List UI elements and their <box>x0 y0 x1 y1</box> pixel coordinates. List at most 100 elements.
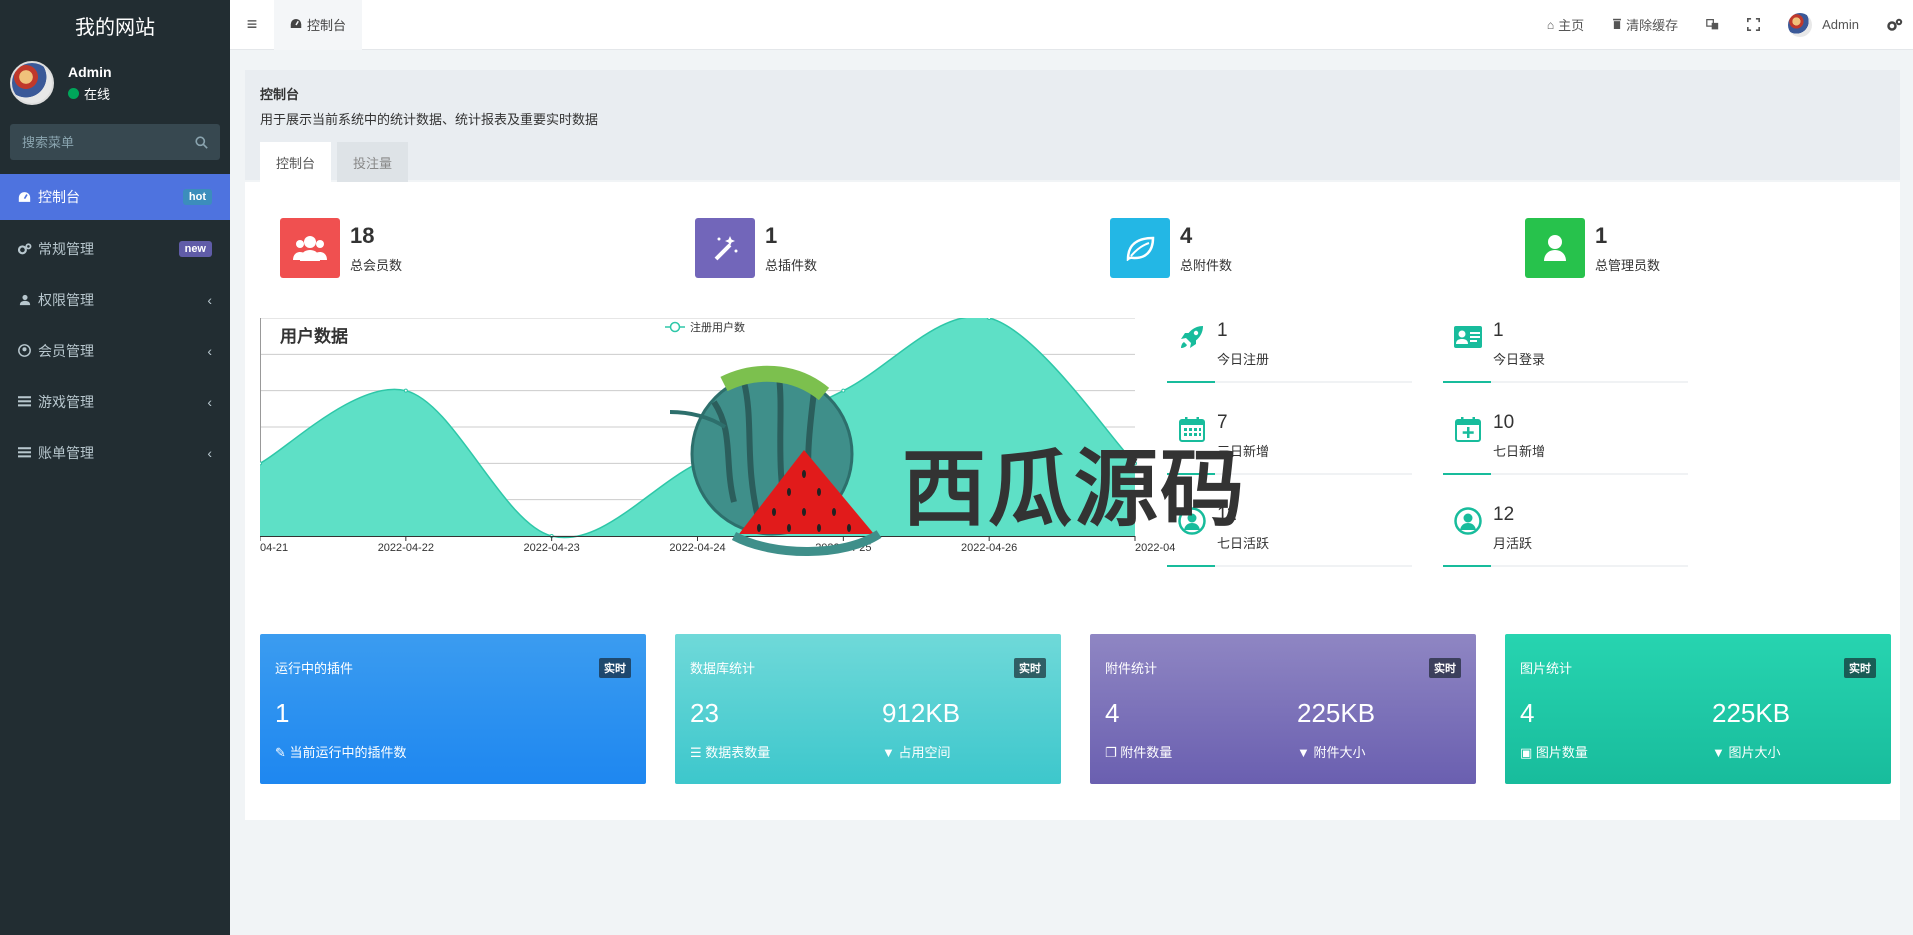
stat-label: 总管理员数 <box>1595 257 1661 273</box>
top-header: ≡ 控制台 ⌂ 主页 清除缓存 Admin <box>230 0 1913 50</box>
stat-value: 18 <box>350 222 375 248</box>
data-point[interactable] <box>403 388 408 393</box>
sidebar: 我的网站 Admin 在线 控制台 hot 常规管理 new 权限管理 ‹ 会员… <box>0 0 230 935</box>
search-icon[interactable] <box>195 135 208 149</box>
stat-plugins: 1 总插件数 <box>695 218 817 278</box>
card-database: 数据库统计 实时 23 912KB ☰ 数据表数量 ▼ 占用空间 <box>675 634 1061 784</box>
id-card-icon <box>1453 322 1483 352</box>
chevron-left-icon: ‹ <box>207 342 212 359</box>
search-input[interactable] <box>22 134 182 150</box>
sidebar-item-general[interactable]: 常规管理 new <box>0 223 230 274</box>
translate-icon[interactable] <box>1692 18 1733 31</box>
image-icon: ▣ <box>1520 745 1536 760</box>
list-icon <box>18 447 32 458</box>
x-tick-label: 2022-04-24 <box>669 542 725 554</box>
dashboard-panel: 18 总会员数 1 总插件数 4 总附件数 1 总管理员数 04-21 2022-04-2… <box>245 182 1900 820</box>
page-title: 控制台 <box>260 87 300 102</box>
sidebar-item-dashboard[interactable]: 控制台 hot <box>0 174 230 220</box>
site-logo[interactable]: 我的网站 <box>0 0 230 50</box>
avatar <box>1788 12 1813 37</box>
legend-marker <box>669 321 681 333</box>
card-images: 图片统计 实时 4 225KB ▣ 图片数量 ▼ 图片大小 <box>1505 634 1891 784</box>
series-area <box>260 316 1135 538</box>
clear-cache-button[interactable]: 清除缓存 <box>1598 15 1692 34</box>
user-status: 在线 <box>68 84 112 103</box>
user-circle-icon <box>1453 506 1483 536</box>
legend-label: 注册用户数 <box>690 320 745 334</box>
user-panel: Admin 在线 <box>0 50 230 116</box>
mini-stat-three-day: 7 三日新增 <box>1167 410 1412 475</box>
realtime-badge: 实时 <box>1844 658 1876 678</box>
dashboard-icon <box>18 191 32 203</box>
stat-value: 1 <box>765 222 778 248</box>
chart-title: 用户数据 <box>280 327 348 346</box>
tab-dashboard[interactable]: 控制台 <box>274 0 363 50</box>
stat-label: 总插件数 <box>765 257 818 273</box>
data-point[interactable] <box>987 316 992 320</box>
stat-attachments: 4 总附件数 <box>1110 218 1232 278</box>
chevron-left-icon: ‹ <box>207 393 212 410</box>
chevron-left-icon: ‹ <box>207 291 212 308</box>
leaf-icon <box>1110 218 1170 278</box>
settings-gear-icon[interactable] <box>1873 18 1913 32</box>
data-point[interactable] <box>695 461 700 466</box>
fullscreen-icon[interactable] <box>1733 18 1774 31</box>
user-circle-icon <box>18 344 32 357</box>
filter-icon: ▼ <box>882 745 899 760</box>
stat-label: 总附件数 <box>1180 257 1233 273</box>
card-running-plugins: 运行中的插件 实时 1 ✎ 当前运行中的插件数 <box>260 634 646 784</box>
x-tick-label: 2022-04-25 <box>815 542 871 554</box>
tab-bets[interactable]: 投注量 <box>337 142 409 182</box>
home-icon: ⌂ <box>1546 17 1555 32</box>
list-icon <box>18 396 32 407</box>
mini-stat-today-register: 1 今日注册 <box>1167 318 1412 383</box>
mini-stat-monthly-active: 12 月活跃 <box>1443 502 1688 567</box>
stat-value: 1 <box>1595 222 1608 248</box>
mini-stat-seven-day-new: 10 七日新增 <box>1443 410 1688 475</box>
data-point[interactable] <box>841 388 846 393</box>
hot-badge: hot <box>182 189 212 205</box>
cogs-icon <box>18 242 32 255</box>
filter-icon: ▼ <box>1297 745 1314 760</box>
sidebar-item-members[interactable]: 会员管理 ‹ <box>0 325 230 376</box>
user-icon <box>1525 218 1585 278</box>
x-tick-label: 2022-04-26 <box>961 542 1017 554</box>
data-point[interactable] <box>1133 461 1137 466</box>
stat-members: 18 总会员数 <box>280 218 402 278</box>
mini-stat-today-login: 1 今日登录 <box>1443 318 1688 383</box>
card-attachments: 附件统计 实时 4 225KB ❐ 附件数量 ▼ 附件大小 <box>1090 634 1476 784</box>
home-link[interactable]: ⌂ 主页 <box>1533 15 1598 34</box>
trash-icon <box>1612 18 1622 32</box>
sidebar-search <box>10 124 220 160</box>
realtime-badge: 实时 <box>599 658 631 678</box>
sidebar-item-permissions[interactable]: 权限管理 ‹ <box>0 274 230 325</box>
content-tabs: 控制台 投注量 <box>260 142 1900 182</box>
online-dot-icon <box>68 87 79 99</box>
stat-value: 4 <box>1180 222 1193 248</box>
magic-wand-icon: ✎ <box>275 745 290 760</box>
x-tick-label: 04-21 <box>260 542 288 554</box>
menu-toggle-icon[interactable]: ≡ <box>230 0 274 50</box>
dashboard-icon <box>290 17 302 32</box>
magic-wand-icon <box>695 218 755 278</box>
filter-icon: ▼ <box>1712 745 1729 760</box>
realtime-badge: 实时 <box>1014 658 1046 678</box>
calendar-icon <box>1177 414 1207 444</box>
data-point[interactable] <box>258 461 262 466</box>
mini-stat-seven-day-active: 11 七日活跃 <box>1167 502 1412 567</box>
page-description: 用于展示当前系统中的统计数据、统计报表及重要实时数据 <box>260 112 599 127</box>
users-icon <box>280 218 340 278</box>
stat-label: 总会员数 <box>350 257 403 273</box>
user-menu[interactable]: Admin <box>1774 12 1873 37</box>
realtime-badge: 实时 <box>1429 658 1461 678</box>
rocket-icon <box>1177 322 1207 352</box>
chart-legend[interactable]: 注册用户数 <box>665 320 745 334</box>
tab-console[interactable]: 控制台 <box>260 142 332 182</box>
database-icon: ☰ <box>690 745 706 760</box>
sidebar-item-bills[interactable]: 账单管理 ‹ <box>0 427 230 478</box>
user-circle-icon <box>1177 506 1207 536</box>
sidebar-item-games[interactable]: 游戏管理 ‹ <box>0 376 230 427</box>
users-icon <box>18 294 32 306</box>
x-tick-label: 2022-04-22 <box>378 542 434 554</box>
x-tick-label: 2022-04-23 <box>524 542 580 554</box>
